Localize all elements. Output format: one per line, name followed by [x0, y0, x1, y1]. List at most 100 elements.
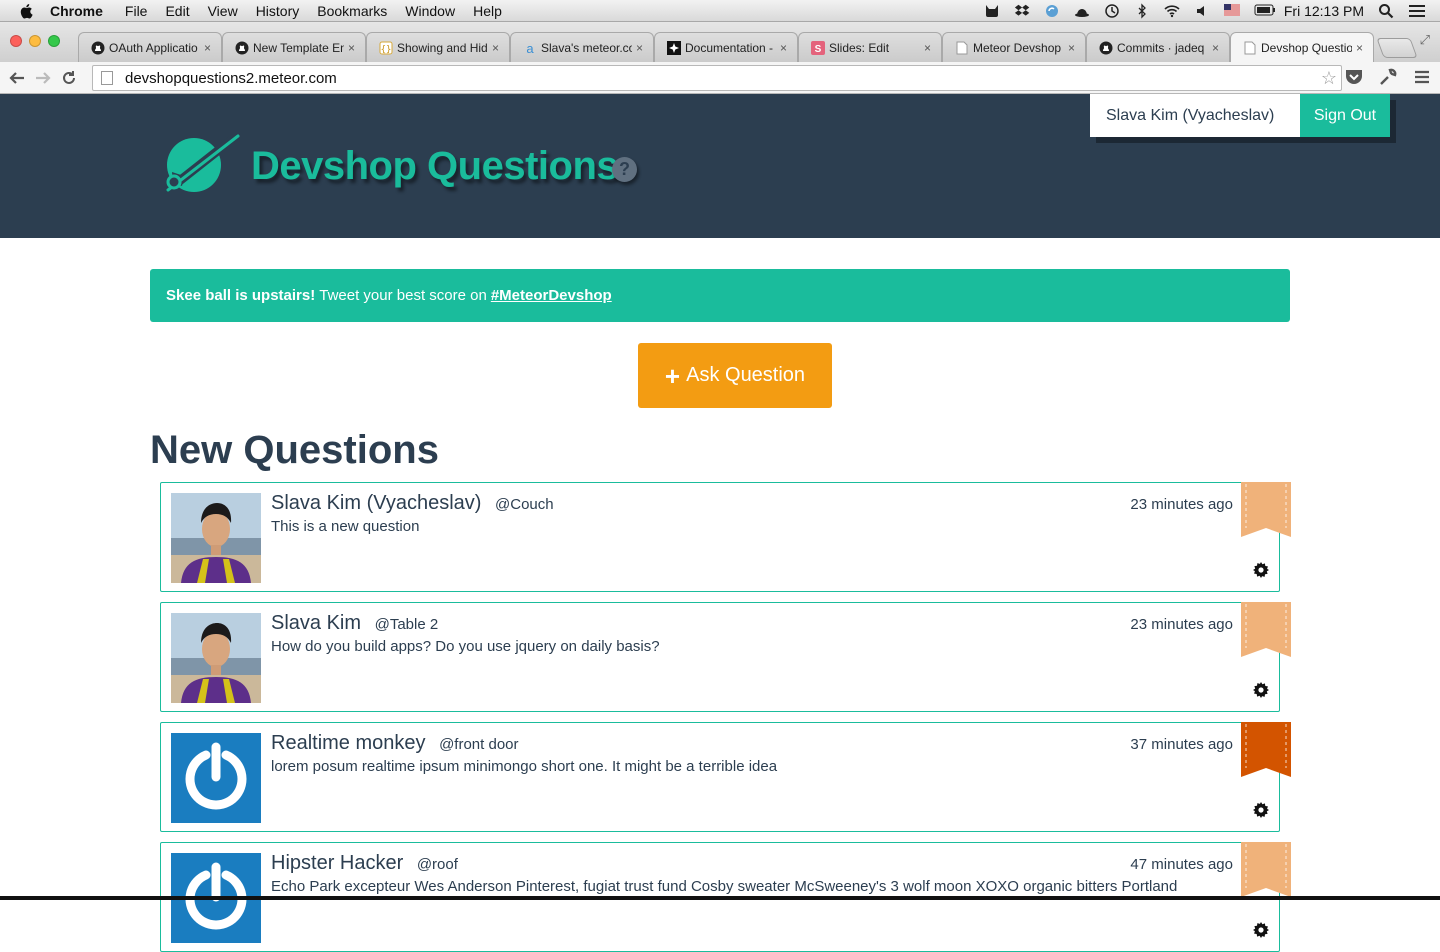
tab-3[interactable]: a Slava's meteor.co ×	[510, 32, 654, 62]
bookmark-ribbon-icon[interactable]	[1241, 602, 1291, 657]
jsfiddle-icon: {}	[379, 41, 393, 55]
menu-window[interactable]: Window	[405, 3, 455, 19]
bowler-hat-icon[interactable]	[1074, 3, 1090, 19]
arrow-left-icon	[9, 71, 24, 84]
github-icon	[235, 41, 249, 55]
menu-help[interactable]: Help	[473, 3, 502, 19]
user-name[interactable]: Slava Kim (Vyacheslav)	[1090, 94, 1300, 137]
question-time: 37 minutes ago	[1130, 736, 1233, 753]
tab-title: Slava's meteor.co	[541, 40, 632, 55]
alert-hashtag-link[interactable]: #MeteorDevshop	[491, 287, 612, 304]
announcement-alert: Skee ball is upstairs! Tweet your best s…	[150, 269, 1290, 322]
menu-file[interactable]: File	[125, 3, 148, 19]
bluetooth-icon[interactable]	[1134, 3, 1150, 19]
tab-8[interactable]: Devshop Questio ×	[1230, 32, 1374, 63]
svg-text:{}: {}	[381, 45, 392, 55]
volume-icon[interactable]	[1194, 3, 1210, 19]
tab-1[interactable]: New Template En ×	[222, 32, 366, 62]
pocket-icon[interactable]	[1344, 67, 1364, 87]
page-icon	[1243, 41, 1257, 55]
window-controls	[10, 35, 60, 47]
gear-icon[interactable]	[1253, 682, 1269, 703]
time-machine-icon[interactable]	[1104, 3, 1120, 19]
close-tab-icon[interactable]: ×	[348, 41, 355, 55]
cat-icon[interactable]	[984, 3, 1000, 19]
address-url[interactable]: devshopquestions2.meteor.com	[125, 70, 337, 87]
user-box: Slava Kim (Vyacheslav) Sign Out	[1090, 94, 1390, 137]
svg-text:S: S	[815, 44, 822, 55]
menu-bookmarks[interactable]: Bookmarks	[317, 3, 387, 19]
author-name: Slava Kim (Vyacheslav)	[271, 492, 482, 514]
close-tab-icon[interactable]: ×	[204, 41, 211, 55]
site-title[interactable]: Devshop Questions	[251, 144, 619, 189]
tab-5[interactable]: S Slides: Edit ×	[798, 32, 942, 62]
reload-button[interactable]	[56, 65, 82, 91]
forward-button[interactable]	[30, 65, 56, 91]
plus-icon: +	[664, 360, 681, 391]
gear-icon[interactable]	[1253, 922, 1269, 943]
close-tab-icon[interactable]: ×	[924, 41, 931, 55]
battery-icon[interactable]	[1254, 3, 1275, 19]
menu-app-chrome[interactable]: Chrome	[50, 3, 103, 19]
tab-title: New Template En	[253, 40, 344, 55]
question-text: Echo Park excepteur Wes Anderson Pintere…	[271, 878, 1178, 895]
tab-list: OAuth Applicatio × New Template En × {} Showi…	[78, 32, 1418, 63]
question-author: Hipster Hacker @roof	[271, 852, 458, 875]
zoom-window-button[interactable]	[48, 35, 60, 47]
author-location: @Couch	[495, 496, 554, 513]
address-bar[interactable]: devshopquestions2.meteor.com ☆	[92, 65, 1342, 91]
help-icon[interactable]: ?	[612, 157, 637, 182]
tab-4[interactable]: Documentation - ×	[654, 32, 798, 62]
close-tab-icon[interactable]: ×	[1212, 41, 1219, 55]
menu-icon[interactable]	[1412, 67, 1432, 87]
close-tab-icon[interactable]: ×	[492, 41, 499, 55]
menu-view[interactable]: View	[208, 3, 238, 19]
question-text: This is a new question	[271, 518, 420, 535]
notification-center-icon[interactable]	[1408, 3, 1425, 19]
apple-icon[interactable]	[18, 2, 36, 20]
close-tab-icon[interactable]: ×	[1356, 41, 1363, 55]
close-tab-icon[interactable]: ×	[780, 41, 787, 55]
wrench-icon[interactable]	[1378, 67, 1398, 87]
page-icon	[955, 41, 969, 55]
menu-clock[interactable]: Fri 12:13 PM	[1284, 3, 1364, 19]
bookmark-star-icon[interactable]: ☆	[1321, 68, 1337, 89]
tab-2[interactable]: {} Showing and Hid ×	[366, 32, 510, 62]
gear-icon[interactable]	[1253, 562, 1269, 583]
spotlight-icon[interactable]	[1378, 3, 1394, 19]
bookmark-ribbon-icon[interactable]	[1241, 842, 1291, 897]
page-icon	[101, 71, 113, 85]
author-location: @Table 2	[374, 616, 439, 633]
question-text: How do you build apps? Do you use jquery…	[271, 638, 660, 655]
question-time: 23 minutes ago	[1130, 496, 1233, 513]
new-tab-button[interactable]	[1376, 38, 1418, 58]
toolbar-actions	[1344, 67, 1432, 87]
close-window-button[interactable]	[10, 35, 22, 47]
wifi-icon[interactable]	[1164, 3, 1180, 19]
ask-question-button[interactable]: + Ask Question	[638, 343, 832, 408]
us-flag-icon[interactable]	[1223, 3, 1240, 19]
ask-question-label: Ask Question	[686, 364, 806, 386]
sync-icon[interactable]	[1044, 3, 1060, 19]
fullscreen-icon[interactable]: ⤢	[1420, 32, 1430, 48]
close-tab-icon[interactable]: ×	[1068, 41, 1075, 55]
minimize-window-button[interactable]	[29, 35, 41, 47]
tab-6[interactable]: Meteor Devshop ×	[942, 32, 1086, 62]
bookmark-ribbon-icon[interactable]	[1241, 722, 1291, 777]
tab-title: Devshop Questio	[1261, 41, 1352, 55]
bookmark-ribbon-icon[interactable]	[1241, 482, 1291, 537]
dropbox-icon[interactable]	[1014, 3, 1030, 19]
close-tab-icon[interactable]: ×	[636, 41, 643, 55]
back-button[interactable]	[4, 65, 30, 91]
question-card[interactable]: Slava Kim @Table 2 How do you build apps…	[160, 602, 1291, 712]
devshop-logo-icon[interactable]	[160, 134, 240, 196]
sign-out-button[interactable]: Sign Out	[1300, 94, 1390, 137]
tab-7[interactable]: Commits · jadeq ×	[1086, 32, 1230, 62]
question-card[interactable]: Slava Kim (Vyacheslav) @Couch This is a …	[160, 482, 1291, 592]
gear-icon[interactable]	[1253, 802, 1269, 823]
question-card[interactable]: Realtime monkey @front door lorem posum …	[160, 722, 1291, 832]
tab-0[interactable]: OAuth Applicatio ×	[78, 32, 222, 62]
menu-history[interactable]: History	[256, 3, 300, 19]
tab-title: Commits · jadeq	[1117, 40, 1205, 55]
menu-edit[interactable]: Edit	[165, 3, 189, 19]
